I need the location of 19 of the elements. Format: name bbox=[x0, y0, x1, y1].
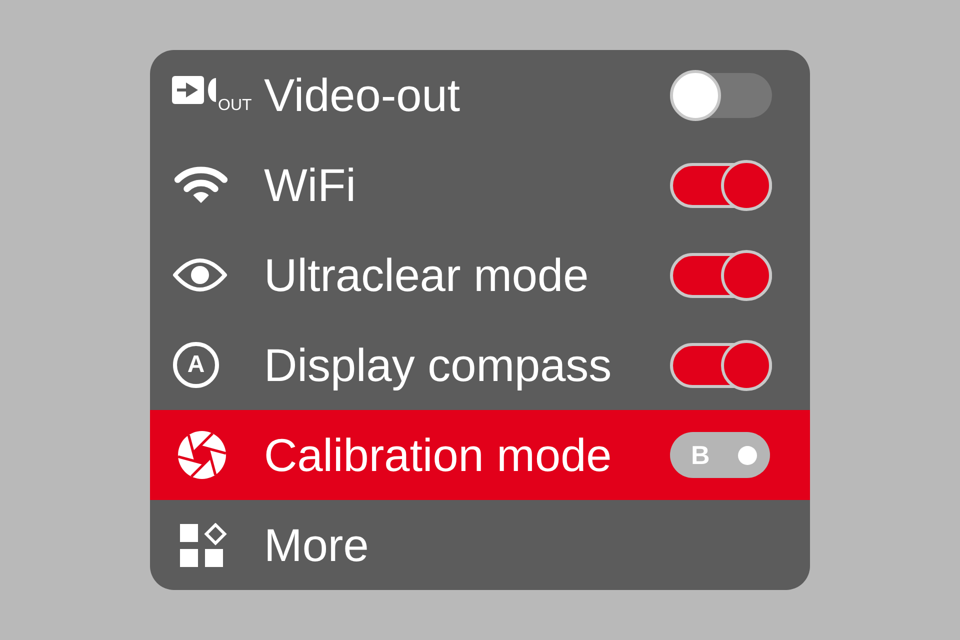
menu-item[interactable]: A Display compass bbox=[150, 320, 810, 410]
out-label: OUT bbox=[218, 98, 252, 114]
item-label: Video-out bbox=[264, 68, 462, 122]
letter-circle-icon: A bbox=[173, 342, 219, 388]
item-label: WiFi bbox=[264, 158, 357, 212]
menu-item[interactable]: Calibration mode B bbox=[150, 410, 810, 500]
item-label: More bbox=[264, 518, 370, 572]
toggle-switch[interactable] bbox=[670, 70, 772, 120]
menu-item[interactable]: WiFi bbox=[150, 140, 810, 230]
video-camera-icon bbox=[172, 76, 216, 104]
menu-item[interactable]: OUT Video-out bbox=[150, 50, 810, 140]
item-label: Display compass bbox=[264, 338, 613, 392]
aperture-icon bbox=[177, 430, 227, 480]
item-label: Ultraclear mode bbox=[264, 248, 590, 302]
menu-item[interactable]: Ultraclear mode bbox=[150, 230, 810, 320]
dot-icon bbox=[738, 446, 757, 464]
item-label: Calibration mode bbox=[264, 428, 613, 482]
squares-icon bbox=[180, 522, 228, 568]
menu-item[interactable]: More bbox=[150, 500, 810, 590]
